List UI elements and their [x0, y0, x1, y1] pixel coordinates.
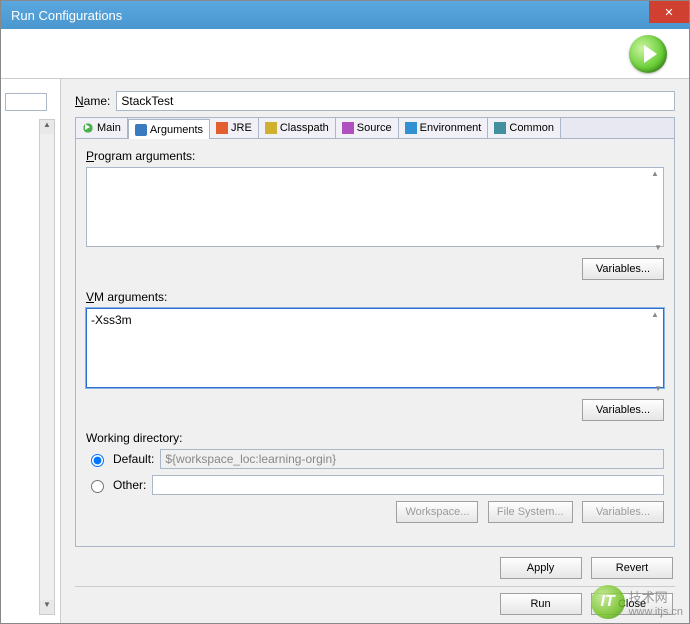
tab-classpath[interactable]: Classpath	[259, 118, 336, 138]
tab-environment[interactable]: Environment	[399, 118, 489, 138]
working-dir-default-radio[interactable]	[91, 454, 104, 467]
arguments-icon	[135, 124, 147, 136]
working-dir-other-radio[interactable]	[91, 480, 104, 493]
program-args-variables-button[interactable]: Variables...	[582, 258, 664, 280]
vm-args-variables-button[interactable]: Variables...	[582, 399, 664, 421]
name-label: Name:	[75, 94, 110, 108]
name-input[interactable]	[116, 91, 675, 111]
arguments-panel: Program arguments: ▲ ▼ Variables... VM ar…	[75, 139, 675, 547]
run-button[interactable]: Run	[500, 593, 582, 615]
environment-icon	[405, 122, 417, 134]
scroll-down-icon[interactable]: ▼	[40, 600, 54, 614]
run-icon	[629, 35, 667, 73]
close-icon: ✕	[664, 6, 673, 19]
common-icon	[494, 122, 506, 134]
working-dir-label: Working directory:	[86, 431, 664, 445]
working-dir-default-label: Default:	[113, 452, 154, 466]
source-icon	[342, 122, 354, 134]
tree-scrollbar[interactable]: ▲ ▼	[39, 119, 55, 615]
working-dir-other-label: Other:	[113, 478, 146, 492]
working-dir-variables-button[interactable]: Variables...	[582, 501, 664, 523]
program-args-label: Program arguments:	[86, 149, 664, 163]
filter-input[interactable]	[5, 93, 47, 111]
config-editor-pane: Name: Main Arguments JRE Classpath Sourc…	[61, 79, 689, 623]
jre-icon	[216, 122, 228, 134]
vm-args-textarea[interactable]: -Xss3m	[86, 308, 664, 388]
workspace-button[interactable]: Workspace...	[396, 501, 478, 523]
chevron-up-icon: ▲	[648, 310, 662, 319]
chevron-up-icon: ▲	[648, 169, 662, 178]
title-bar: Run Configurations ✕	[1, 1, 689, 29]
classpath-icon	[265, 122, 277, 134]
revert-button[interactable]: Revert	[591, 557, 673, 579]
scroll-up-icon[interactable]: ▲	[40, 120, 54, 134]
close-button[interactable]: Close	[591, 593, 673, 615]
chevron-down-icon: ▼	[654, 243, 662, 252]
file-system-button[interactable]: File System...	[488, 501, 573, 523]
program-args-textarea[interactable]	[86, 167, 664, 247]
tab-jre[interactable]: JRE	[210, 118, 259, 138]
tab-common[interactable]: Common	[488, 118, 561, 138]
config-tree-pane: ▲ ▼	[1, 79, 61, 623]
working-dir-default-input	[160, 449, 664, 469]
tab-bar: Main Arguments JRE Classpath Source Envi…	[75, 117, 675, 139]
tab-main[interactable]: Main	[76, 118, 128, 138]
chevron-down-icon: ▼	[654, 384, 662, 393]
window-close-button[interactable]: ✕	[649, 1, 689, 23]
tab-source[interactable]: Source	[336, 118, 399, 138]
working-dir-other-input[interactable]	[152, 475, 664, 495]
apply-button[interactable]: Apply	[500, 557, 582, 579]
separator	[75, 586, 675, 587]
window-title: Run Configurations	[11, 8, 122, 23]
vm-args-label: VM arguments:	[86, 290, 664, 304]
dialog-banner	[1, 29, 689, 79]
tab-arguments[interactable]: Arguments	[128, 119, 210, 139]
main-icon	[82, 122, 94, 134]
